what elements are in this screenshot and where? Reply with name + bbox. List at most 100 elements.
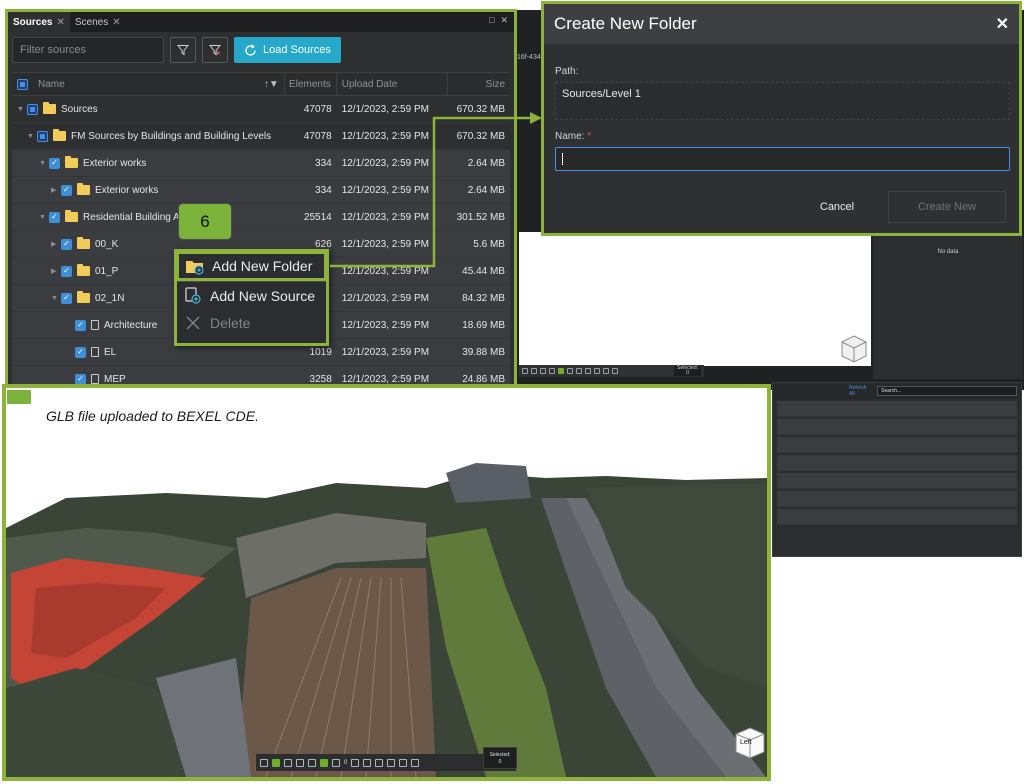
filter-button[interactable] <box>170 37 196 63</box>
row-checkbox[interactable]: ✓ <box>61 238 72 250</box>
name-input[interactable] <box>555 147 1010 171</box>
tool-icon[interactable] <box>567 368 573 374</box>
select-tool-icon[interactable] <box>272 758 280 767</box>
tool-icon[interactable] <box>411 758 420 767</box>
row-size: 2.64 MB <box>467 157 505 169</box>
tool-icon[interactable] <box>399 758 408 767</box>
required-marker: * <box>587 131 592 142</box>
sort-filter-icon[interactable]: ↑▼ <box>264 79 279 90</box>
add-new-folder-menu-item[interactable]: Add New Folder <box>176 251 327 281</box>
chevron-down-icon[interactable]: ▼ <box>39 214 49 221</box>
view-cube[interactable]: Left <box>734 726 766 760</box>
cancel-button[interactable]: Cancel <box>807 191 867 223</box>
tool-icon[interactable] <box>284 758 292 767</box>
delete-menu-item[interactable]: Delete <box>177 309 326 337</box>
clear-filter-button[interactable] <box>202 37 228 63</box>
table-row <box>777 455 1017 471</box>
chevron-down-icon[interactable]: ▼ <box>17 106 27 113</box>
tool-icon[interactable] <box>612 368 618 374</box>
chevron-right-icon[interactable]: ▶ <box>51 186 61 194</box>
close-icon[interactable]: ✕ <box>996 14 1009 34</box>
tool-icon[interactable] <box>296 758 304 767</box>
toolbar-count: 0 <box>344 759 348 766</box>
row-checkbox[interactable] <box>37 130 48 142</box>
tool-icon[interactable] <box>540 368 546 374</box>
tool-icon[interactable] <box>594 368 600 374</box>
table-row[interactable]: ▼ Sources 47078 12/1/2023, 2:59 PM 670.32… <box>12 96 510 123</box>
create-new-button[interactable]: Create New <box>888 191 1006 223</box>
selected-counter: Selected: 0 <box>674 366 701 376</box>
folder-icon <box>77 264 90 276</box>
tool-icon[interactable] <box>308 758 316 767</box>
select-all-checkbox[interactable] <box>17 78 28 90</box>
filter-sources-input[interactable]: Filter sources <box>12 37 164 63</box>
small-viewer-toolbar: Selected: 0 <box>519 365 704 377</box>
row-date: 12/1/2023, 2:59 PM <box>341 265 430 277</box>
row-checkbox[interactable]: ✓ <box>49 157 60 169</box>
column-name[interactable]: Name ↑▼ <box>12 73 285 95</box>
select-tool-icon[interactable] <box>558 368 564 374</box>
chevron-right-icon[interactable]: ▶ <box>51 267 61 275</box>
chevron-down-icon[interactable]: ▼ <box>27 133 37 140</box>
tool-icon[interactable] <box>260 758 268 767</box>
tool-icon[interactable] <box>585 368 591 374</box>
tool-icon[interactable] <box>332 758 340 767</box>
row-date: 12/1/2023, 2:59 PM <box>341 319 430 331</box>
row-checkbox[interactable]: ✓ <box>61 265 72 277</box>
row-size: 670.32 MB <box>456 130 505 142</box>
column-size[interactable]: Size <box>448 73 510 95</box>
table-row[interactable]: ▶ ✓ Exterior works 334 12/1/2023, 2:59 PM … <box>12 177 510 204</box>
tool-icon[interactable] <box>603 368 609 374</box>
row-size: 84.32 MB <box>462 292 505 304</box>
tool-icon[interactable] <box>375 758 384 767</box>
tool-icon[interactable] <box>549 368 555 374</box>
table-toolbar: Refresh All Search... <box>773 383 1021 399</box>
chevron-down-icon[interactable]: ▼ <box>51 295 61 302</box>
tool-icon[interactable] <box>351 758 360 767</box>
row-checkbox[interactable]: ✓ <box>61 292 72 304</box>
refresh-all-link[interactable]: Refresh All <box>849 385 873 397</box>
close-icon[interactable]: ✕ <box>56 17 64 28</box>
column-upload-date[interactable]: Upload Date <box>337 73 449 95</box>
add-new-source-menu-item[interactable]: Add New Source <box>177 281 326 309</box>
table-row[interactable]: ▼ ✓ Residential Building A 25514 12/1/2023… <box>12 204 510 231</box>
tool-icon[interactable] <box>576 368 582 374</box>
model-viewer: GLB file uploaded to BEXEL CDE. 0 Select… <box>2 384 771 781</box>
row-name: Sources <box>61 103 98 115</box>
row-checkbox[interactable]: ✓ <box>75 319 86 331</box>
maximize-icon[interactable]: □ <box>489 15 494 26</box>
close-icon[interactable]: ✕ <box>112 17 120 28</box>
tab-scenes[interactable]: Scenes ✕ <box>70 12 126 32</box>
row-checkbox[interactable]: ✓ <box>49 211 60 223</box>
tool-icon[interactable] <box>387 758 396 767</box>
selected-count: 0 <box>686 370 689 376</box>
row-date: 12/1/2023, 2:59 PM <box>341 184 430 196</box>
row-checkbox[interactable] <box>27 103 38 115</box>
row-date: 12/1/2023, 2:59 PM <box>341 211 429 223</box>
viewer-caption: GLB file uploaded to BEXEL CDE. <box>46 408 259 424</box>
table-row[interactable]: ▼ FM Sources by Buildings and Building Le… <box>12 123 510 150</box>
close-icon[interactable]: ✕ <box>500 15 508 26</box>
table-row[interactable]: ▼ ✓ Exterior works 334 12/1/2023, 2:59 PM … <box>12 150 510 177</box>
chevron-down-icon[interactable]: ▼ <box>39 160 49 167</box>
path-label: Path: <box>555 66 579 77</box>
row-checkbox[interactable]: ✓ <box>61 184 72 196</box>
chevron-right-icon[interactable]: ▶ <box>51 240 61 248</box>
load-sources-button[interactable]: Load Sources <box>234 37 341 63</box>
row-name: Architecture <box>104 319 158 331</box>
tool-icon[interactable] <box>363 758 372 767</box>
dialog-title: Create New Folder <box>554 14 697 33</box>
menu-item-label: Add New Source <box>210 287 316 304</box>
column-elements[interactable]: Elements <box>285 73 337 95</box>
row-checkbox[interactable]: ✓ <box>75 346 86 358</box>
table-search-input[interactable]: Search... <box>877 386 1017 396</box>
tool-icon[interactable] <box>531 368 537 374</box>
tool-icon[interactable] <box>522 368 528 374</box>
row-date: 12/1/2023, 2:59 PM <box>341 238 430 250</box>
view-cube-icon[interactable] <box>840 334 868 364</box>
row-size: 301.52 MB <box>456 211 505 223</box>
row-checkbox[interactable]: ✓ <box>75 373 86 384</box>
tool-icon[interactable] <box>320 758 328 767</box>
city-model-render[interactable] <box>6 388 767 777</box>
tab-sources[interactable]: Sources ✕ <box>8 12 70 32</box>
